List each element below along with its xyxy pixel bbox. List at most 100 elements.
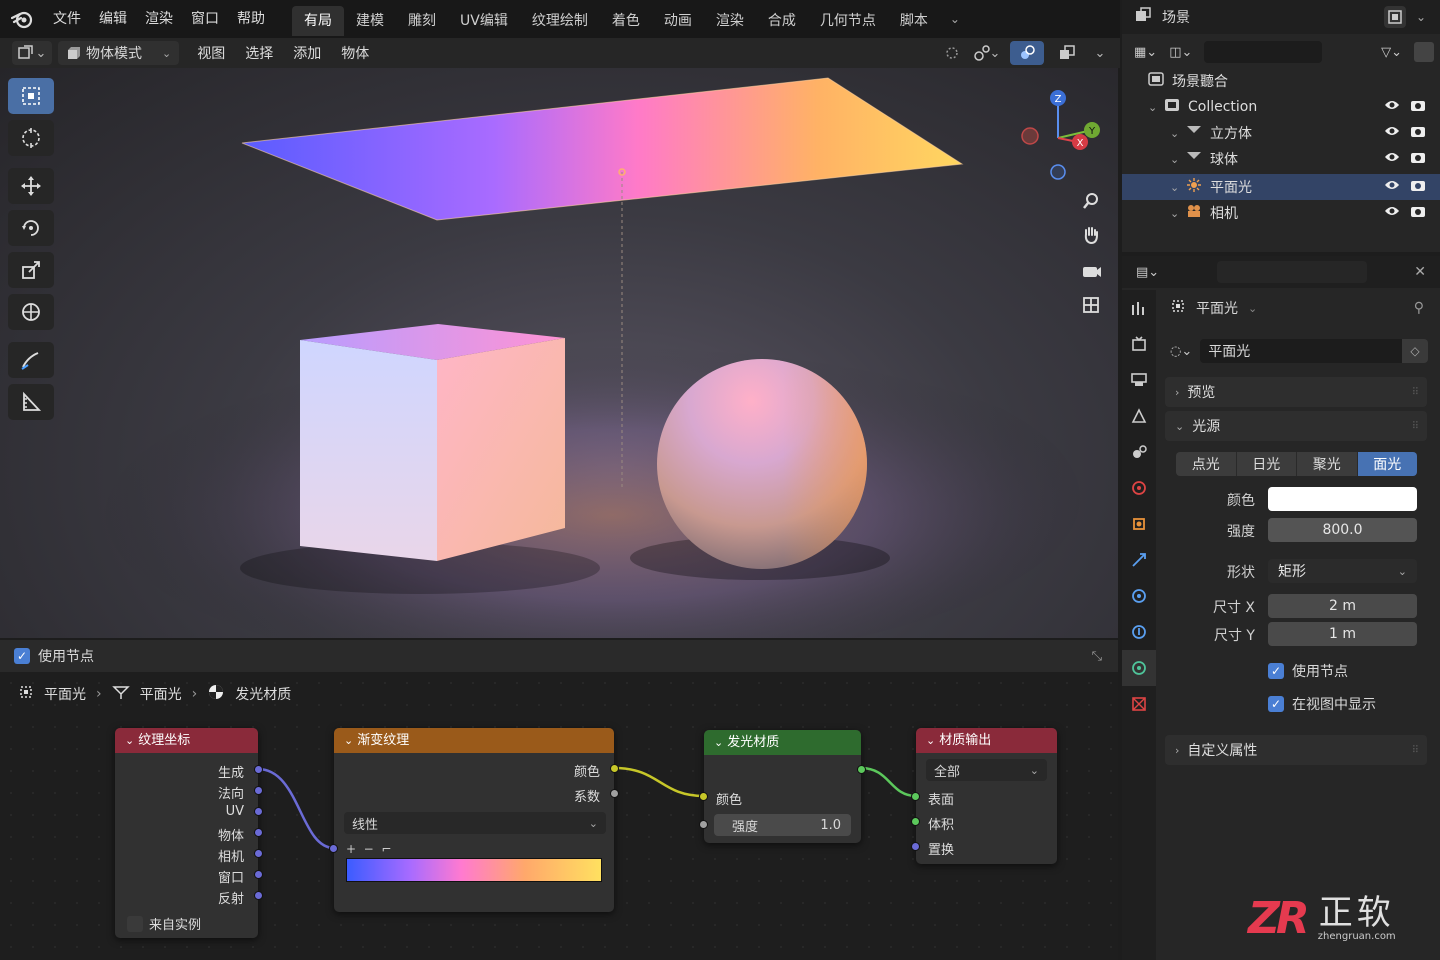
output-socket[interactable] bbox=[254, 765, 263, 774]
mode-select[interactable]: 物体模式 ⌄ bbox=[58, 41, 180, 65]
render-camera-icon[interactable] bbox=[1410, 98, 1426, 116]
object-tab-icon[interactable] bbox=[1122, 506, 1156, 542]
tab-modeling[interactable]: 建模 bbox=[344, 6, 396, 36]
camera-view-icon[interactable] bbox=[1076, 256, 1106, 286]
drag-handle-icon[interactable]: ⠿ bbox=[1412, 387, 1419, 398]
overlay-toggle-icon[interactable] bbox=[1010, 41, 1044, 65]
drag-handle-icon[interactable]: ⠿ bbox=[1412, 745, 1419, 756]
chevron-down-icon[interactable]: ⌄ bbox=[1248, 302, 1257, 315]
blender-logo-icon[interactable] bbox=[0, 0, 44, 38]
output-socket[interactable] bbox=[254, 807, 263, 816]
filter-icon[interactable]: ▽⌄ bbox=[1381, 45, 1402, 60]
fake-user-shield-icon[interactable]: ◇ bbox=[1402, 339, 1428, 363]
outliner-item-sphere[interactable]: ⌄ 球体 bbox=[1122, 146, 1440, 172]
render-tab-icon[interactable] bbox=[1122, 326, 1156, 362]
collapse-chevron-icon[interactable]: ⌄ bbox=[125, 734, 134, 747]
annotate-icon[interactable] bbox=[8, 342, 54, 378]
outliner-item-camera[interactable]: ⌄ 相机 bbox=[1122, 200, 1440, 226]
navigation-gizmo[interactable]: Z Y X bbox=[1014, 86, 1104, 186]
xray-toggle-icon[interactable] bbox=[1050, 41, 1084, 65]
output-socket[interactable] bbox=[254, 849, 263, 858]
output-socket[interactable] bbox=[254, 891, 263, 900]
output-socket[interactable] bbox=[857, 765, 866, 774]
pan-hand-icon[interactable] bbox=[1076, 220, 1106, 250]
new-collection-icon[interactable] bbox=[1414, 42, 1434, 62]
collapse-chevron-icon[interactable]: ⌄ bbox=[344, 734, 353, 747]
panel-light[interactable]: ⌄ 光源 ⠿ bbox=[1165, 411, 1427, 441]
tab-scripting[interactable]: 脚本 bbox=[888, 6, 940, 36]
tab-texture-paint[interactable]: 纹理绘制 bbox=[520, 6, 600, 36]
tab-animation[interactable]: 动画 bbox=[652, 6, 704, 36]
world-tab-icon[interactable] bbox=[1122, 470, 1156, 506]
panel-preview[interactable]: › 预览 ⠿ bbox=[1165, 377, 1427, 407]
expand-chevron-icon[interactable]: ⌄ bbox=[1170, 127, 1186, 140]
cursor-icon[interactable] bbox=[8, 120, 54, 156]
menu-select[interactable]: 选择 bbox=[235, 43, 283, 63]
visibility-eye-icon[interactable] bbox=[1384, 205, 1400, 221]
select-box-icon[interactable] bbox=[8, 78, 54, 114]
modifier-tab-icon[interactable] bbox=[1122, 542, 1156, 578]
input-socket[interactable] bbox=[911, 817, 920, 826]
collapse-chevron-icon[interactable]: ⌄ bbox=[714, 736, 723, 749]
menu-window[interactable]: 窗口 bbox=[182, 0, 228, 38]
menu-add[interactable]: 添加 bbox=[283, 43, 331, 63]
expand-chevron-icon[interactable]: ⌄ bbox=[1170, 153, 1186, 166]
light-data-tab-icon[interactable] bbox=[1122, 650, 1156, 686]
outliner-item-area-light[interactable]: ⌄ 平面光 bbox=[1122, 174, 1440, 200]
visibility-eye-icon[interactable] bbox=[1384, 99, 1400, 115]
strength-field[interactable]: 强度 1.0 bbox=[714, 814, 851, 836]
node-emission[interactable]: ⌄ 发光材质 颜色 强度 1.0 bbox=[699, 730, 866, 843]
scene-name[interactable]: 场景 bbox=[1162, 7, 1190, 27]
tab-shading[interactable]: 着色 bbox=[600, 6, 652, 36]
input-socket[interactable] bbox=[911, 842, 920, 851]
size-y-field[interactable]: 1 m bbox=[1268, 622, 1417, 646]
node-texture-coordinate[interactable]: ⌄ 纹理坐标 生成 法向 UV 物体 相机 窗口 反射 来自实例 bbox=[115, 728, 263, 938]
editor-type-icon[interactable]: ▤⌄ bbox=[1136, 265, 1159, 280]
maximize-icon[interactable]: ⤡ bbox=[1092, 649, 1102, 664]
visibility-eye-icon[interactable] bbox=[1384, 125, 1400, 141]
node-material-output[interactable]: ⌄ 材质输出 全部 ⌄ 表面 体积 置换 bbox=[911, 728, 1057, 864]
3d-viewport[interactable]: Z Y X bbox=[0, 68, 1118, 638]
drag-handle-icon[interactable]: ⠿ bbox=[1412, 421, 1419, 432]
pin-icon[interactable]: ⚲ bbox=[1414, 300, 1424, 316]
menu-edit[interactable]: 编辑 bbox=[90, 0, 136, 38]
render-target-select[interactable]: 全部 ⌄ bbox=[926, 759, 1047, 781]
filter-view-icon[interactable]: ◫⌄ bbox=[1169, 45, 1192, 60]
chevron-down-icon[interactable]: ⌄ bbox=[940, 12, 970, 26]
chevron-down-icon[interactable]: ⌄ bbox=[1090, 41, 1110, 65]
output-tab-icon[interactable] bbox=[1122, 362, 1156, 398]
properties-search-input[interactable] bbox=[1217, 261, 1368, 283]
chevron-down-icon[interactable]: ⌄ bbox=[1416, 10, 1426, 24]
close-icon[interactable]: ✕ bbox=[1414, 264, 1426, 280]
menu-view[interactable]: 视图 bbox=[187, 43, 235, 63]
expand-chevron-icon[interactable]: ⌄ bbox=[1148, 101, 1164, 114]
tab-sculpting[interactable]: 雕刻 bbox=[396, 6, 448, 36]
light-type-spot[interactable]: 聚光 bbox=[1297, 452, 1358, 476]
outliner-item-cube[interactable]: ⌄ 立方体 bbox=[1122, 120, 1440, 146]
tab-layout[interactable]: 有局 bbox=[292, 6, 344, 36]
render-camera-icon[interactable] bbox=[1410, 124, 1426, 142]
menu-object[interactable]: 物体 bbox=[331, 43, 379, 63]
input-socket[interactable] bbox=[911, 792, 920, 801]
color-ramp[interactable] bbox=[346, 858, 602, 882]
measure-icon[interactable] bbox=[8, 384, 54, 420]
input-socket[interactable] bbox=[329, 844, 338, 853]
tab-geometry-nodes[interactable]: 几何节点 bbox=[808, 6, 888, 36]
output-socket[interactable] bbox=[254, 870, 263, 879]
zoom-icon[interactable] bbox=[1076, 186, 1106, 216]
outliner-scene-collection[interactable]: 场景聽合 bbox=[1122, 68, 1440, 94]
size-x-field[interactable]: 2 m bbox=[1268, 594, 1417, 618]
use-nodes-checkbox[interactable]: ✓ bbox=[1268, 663, 1284, 679]
use-nodes-checkbox[interactable]: ✓ bbox=[14, 648, 30, 664]
display-mode-icon[interactable]: ▦⌄ bbox=[1134, 45, 1157, 60]
outliner-item-collection[interactable]: ⌄ Collection bbox=[1122, 94, 1440, 120]
collapse-chevron-icon[interactable]: ⌄ bbox=[926, 734, 935, 747]
visibility-eye-icon[interactable] bbox=[1384, 151, 1400, 167]
scale-icon[interactable] bbox=[8, 252, 54, 288]
transform-icon[interactable] bbox=[8, 294, 54, 330]
color-swatch[interactable] bbox=[1268, 487, 1417, 511]
color-ramp-controls[interactable]: + − ⌐ bbox=[346, 842, 391, 856]
tab-rendering[interactable]: 渲染 bbox=[704, 6, 756, 36]
menu-render[interactable]: 渲染 bbox=[136, 0, 182, 38]
shape-select[interactable]: 矩形 ⌄ bbox=[1268, 559, 1417, 583]
